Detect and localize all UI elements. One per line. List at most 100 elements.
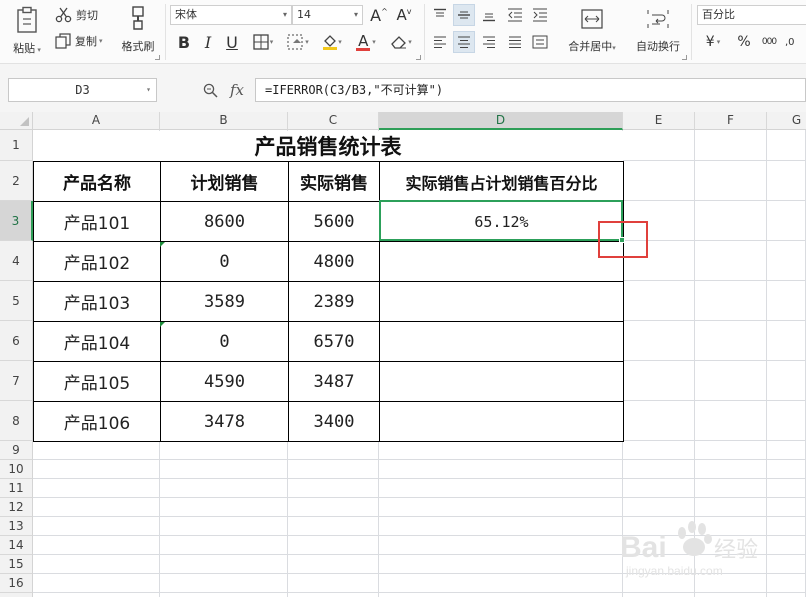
number-format-select[interactable]: 百分比 xyxy=(697,5,806,25)
product-name-cell[interactable]: 产品105 xyxy=(33,361,161,402)
bold-button[interactable]: B xyxy=(174,31,194,53)
row-header-6[interactable]: 6 xyxy=(0,321,33,361)
paste-button[interactable]: 粘贴 ▾ xyxy=(8,2,46,60)
header-cell-percentage[interactable]: 实际销售占计划销售百分比 xyxy=(379,161,624,202)
name-box[interactable]: D3 ▾ xyxy=(8,78,157,102)
product-name-cell[interactable]: 产品103 xyxy=(33,281,161,322)
actual-sales-cell[interactable]: 3400 xyxy=(288,401,380,442)
planned-sales-cell[interactable]: 0 xyxy=(160,321,289,362)
percentage-cell[interactable] xyxy=(379,321,624,362)
decrease-indent-button[interactable] xyxy=(505,5,525,25)
row-header-11[interactable]: 11 xyxy=(0,479,33,498)
borders-button[interactable]: ▾ xyxy=(248,31,278,53)
font-shrink-glyph: A xyxy=(396,6,407,24)
font-size-select[interactable]: 14 ▾ xyxy=(292,5,363,25)
row-header-7[interactable]: 7 xyxy=(0,361,33,401)
row-header-12[interactable]: 12 xyxy=(0,498,33,517)
actual-sales-cell[interactable]: 5600 xyxy=(288,201,380,242)
currency-button[interactable]: ¥ ▾ xyxy=(700,31,726,53)
percentage-cell[interactable]: 65.12% xyxy=(379,201,624,242)
merge-center-button[interactable]: 合并居中▾ xyxy=(560,4,624,58)
font-grow-button[interactable]: A ^ xyxy=(369,5,389,25)
actual-sales-cell[interactable]: 3487 xyxy=(288,361,380,402)
row-header-16[interactable]: 16 xyxy=(0,574,33,593)
header-cell-planned-sales[interactable]: 计划销售 xyxy=(160,161,289,202)
error-indicator[interactable] xyxy=(160,322,165,327)
align-right-button[interactable] xyxy=(479,32,499,52)
align-left-button[interactable] xyxy=(430,32,450,52)
product-name-cell[interactable]: 产品101 xyxy=(33,201,161,242)
planned-sales-cell[interactable]: 4590 xyxy=(160,361,289,402)
align-top-button[interactable] xyxy=(430,5,450,25)
product-name-cell[interactable]: 产品102 xyxy=(33,241,161,282)
zoom-formula-button[interactable] xyxy=(199,78,221,102)
percentage-cell[interactable] xyxy=(379,401,624,442)
alignment-group-launcher[interactable] xyxy=(682,55,687,60)
table-title[interactable]: 产品销售统计表 xyxy=(33,131,623,161)
row-header-17[interactable]: 17 xyxy=(0,593,33,597)
align-center-button[interactable] xyxy=(453,31,475,53)
font-shrink-button[interactable]: Av xyxy=(393,5,415,25)
actual-sales-cell[interactable]: 4800 xyxy=(288,241,380,282)
percent-button[interactable]: % xyxy=(734,31,754,53)
column-header-b[interactable]: B xyxy=(160,112,288,130)
row-header-9[interactable]: 9 xyxy=(0,441,33,460)
column-header-e[interactable]: E xyxy=(623,112,695,130)
row-header-4[interactable]: 4 xyxy=(0,241,33,281)
column-header-d[interactable]: D xyxy=(379,112,623,130)
row-header-13[interactable]: 13 xyxy=(0,517,33,536)
justify-button[interactable] xyxy=(505,32,525,52)
cell-format-button[interactable]: ▾ xyxy=(282,31,314,53)
error-indicator[interactable] xyxy=(160,242,165,247)
align-bottom-button[interactable] xyxy=(479,5,499,25)
clipboard-group-launcher[interactable] xyxy=(155,55,160,60)
paste-dropdown-icon: ▾ xyxy=(35,46,41,54)
row-header-15[interactable]: 15 xyxy=(0,555,33,574)
increase-indent-button[interactable] xyxy=(530,5,550,25)
row-header-5[interactable]: 5 xyxy=(0,281,33,321)
column-header-c[interactable]: C xyxy=(288,112,379,130)
cut-button[interactable]: 剪切 xyxy=(55,5,105,25)
planned-sales-cell[interactable]: 8600 xyxy=(160,201,289,242)
header-cell-product-name[interactable]: 产品名称 xyxy=(33,161,161,202)
underline-button[interactable]: U xyxy=(222,31,242,53)
row-header-3[interactable]: 3 xyxy=(0,201,33,241)
row-header-10[interactable]: 10 xyxy=(0,460,33,479)
font-group-launcher[interactable] xyxy=(416,55,421,60)
font-color-button[interactable]: A ▾ xyxy=(351,31,381,53)
clear-format-button[interactable]: ▾ xyxy=(385,31,417,53)
align-middle-button[interactable] xyxy=(453,4,475,26)
fill-color-button[interactable]: ▾ xyxy=(317,31,347,53)
actual-sales-cell[interactable]: 2389 xyxy=(288,281,380,322)
column-header-g[interactable]: G xyxy=(767,112,806,130)
worksheet-grid[interactable]: ABCDEFG 1234567891011121314151617 产品销售统计… xyxy=(0,112,806,597)
font-name-select[interactable]: 宋体 ▾ xyxy=(170,5,292,25)
format-painter-button[interactable]: 格式刷 xyxy=(117,2,159,58)
planned-sales-cell[interactable]: 3478 xyxy=(160,401,289,442)
italic-button[interactable]: I xyxy=(198,31,218,53)
row-header-8[interactable]: 8 xyxy=(0,401,33,441)
distributed-align-button[interactable] xyxy=(530,32,550,52)
row-header-2[interactable]: 2 xyxy=(0,161,33,201)
percentage-cell[interactable] xyxy=(379,241,624,282)
product-name-cell[interactable]: 产品106 xyxy=(33,401,161,442)
insert-function-button[interactable]: fx xyxy=(224,78,250,102)
copy-button[interactable]: 复制 ▾ xyxy=(55,31,115,51)
formula-input[interactable]: =IFERROR(C3/B3,"不可计算") xyxy=(255,78,806,102)
column-header-f[interactable]: F xyxy=(695,112,767,130)
thousands-button[interactable]: 000 xyxy=(758,31,780,53)
planned-sales-cell[interactable]: 3589 xyxy=(160,281,289,322)
select-all-corner[interactable] xyxy=(0,112,33,130)
product-name-cell[interactable]: 产品104 xyxy=(33,321,161,362)
column-header-a[interactable]: A xyxy=(33,112,160,130)
increase-decimal-button[interactable]: ,0 xyxy=(785,31,806,53)
percentage-cell[interactable] xyxy=(379,361,624,402)
row-header-1[interactable]: 1 xyxy=(0,130,33,161)
percentage-cell[interactable] xyxy=(379,281,624,322)
wrap-text-button[interactable]: 自动换行 xyxy=(630,4,686,58)
header-cell-actual-sales[interactable]: 实际销售 xyxy=(288,161,380,202)
planned-sales-cell[interactable]: 0 xyxy=(160,241,289,282)
actual-sales-cell[interactable]: 6570 xyxy=(288,321,380,362)
fill-handle[interactable] xyxy=(619,237,625,243)
row-header-14[interactable]: 14 xyxy=(0,536,33,555)
